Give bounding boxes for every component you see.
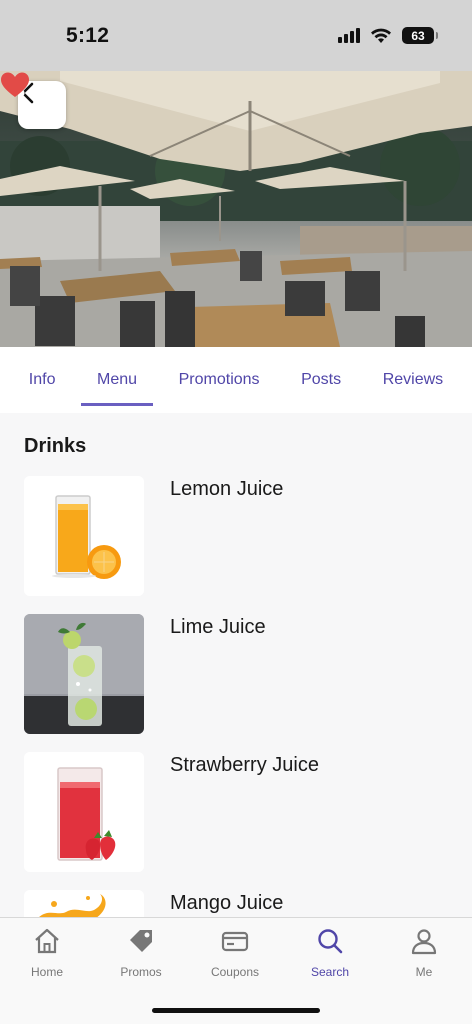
status-bar: 5:12 63 (0, 0, 472, 71)
nav-coupons[interactable]: Coupons (188, 926, 282, 988)
mango-juice-image (24, 890, 144, 917)
status-icons: 63 (338, 27, 438, 44)
nav-search[interactable]: Search (283, 926, 377, 988)
home-indicator (152, 1008, 320, 1013)
battery-level: 63 (411, 28, 425, 43)
restaurant-photo (0, 71, 472, 347)
tab-reviews[interactable]: Reviews (367, 347, 459, 413)
person-icon (411, 929, 437, 955)
status-time: 5:12 (66, 23, 110, 47)
nav-label: Search (310, 965, 350, 979)
signal-icon (338, 28, 360, 43)
wifi-icon (371, 28, 391, 43)
patio-illustration (0, 71, 472, 347)
lime-soda-image (24, 614, 144, 734)
tab-promotions[interactable]: Promotions (163, 347, 276, 413)
nav-label: Promos (120, 965, 162, 979)
menu-item[interactable]: Strawberry Juice (24, 752, 448, 872)
menu-item-name: Lemon Juice (170, 478, 284, 500)
strawberry-juice-image (24, 752, 144, 872)
tab-info[interactable]: Info (13, 347, 72, 413)
tab-posts[interactable]: Posts (285, 347, 357, 413)
home-icon (35, 928, 59, 954)
menu-item-name: Strawberry Juice (170, 754, 319, 776)
menu-item[interactable]: Lime Juice (24, 614, 448, 734)
heart-icon[interactable] (0, 71, 30, 99)
tag-icon (130, 930, 152, 952)
menu-item[interactable]: Lemon Juice (24, 476, 448, 596)
menu-item-name: Mango Juice (170, 892, 284, 914)
menu-item-name: Lime Juice (170, 616, 266, 638)
search-icon (318, 929, 343, 954)
restaurant-tabs: Info Menu Promotions Posts Reviews (0, 347, 472, 413)
nav-home[interactable]: Home (0, 926, 94, 988)
nav-promos[interactable]: Promos (94, 926, 188, 988)
menu-list: Drinks Lemon Juice Lime Juice Strawberry… (0, 413, 472, 917)
nav-me[interactable]: Me (377, 926, 471, 988)
menu-item[interactable]: Mango Juice (24, 890, 448, 917)
tab-menu[interactable]: Menu (81, 347, 154, 413)
section-title: Drinks (24, 435, 87, 457)
nav-label: Coupons (210, 965, 260, 979)
battery-icon: 63 (402, 27, 438, 44)
nav-label: Home (30, 965, 63, 979)
card-icon (221, 931, 249, 952)
orange-juice-image (24, 476, 144, 596)
nav-label: Me (415, 965, 433, 979)
